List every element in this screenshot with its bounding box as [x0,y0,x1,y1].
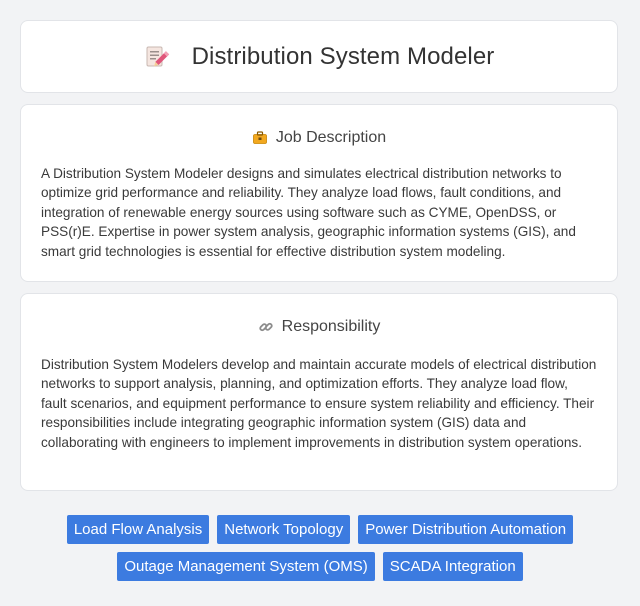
title-card: Distribution System Modeler [20,20,618,93]
job-description-heading: Job Description [275,129,387,146]
skill-tag[interactable]: SCADA Integration [382,552,523,581]
link-icon [258,319,274,335]
responsibility-header: Responsibility [41,318,597,336]
skill-tag[interactable]: Power Distribution Automation [358,515,574,544]
skill-tags: Load Flow Analysis Network Topology Powe… [20,515,620,581]
job-description-header: Job Description [41,129,597,147]
page-title: Distribution System Modeler [191,42,495,70]
job-description-text: A Distribution System Modeler designs an… [41,166,576,259]
briefcase-icon [252,130,268,146]
responsibility-heading: Responsibility [281,318,381,335]
job-description-card: Job Description A Distribution System Mo… [20,104,618,282]
skill-tag[interactable]: Network Topology [217,515,351,544]
memo-pencil-icon [144,44,170,70]
responsibility-card: Responsibility Distribution System Model… [20,293,618,491]
responsibility-text: Distribution System Modelers develop and… [41,357,597,450]
skill-tag[interactable]: Load Flow Analysis [66,515,210,544]
skill-tag[interactable]: Outage Management System (OMS) [117,552,375,581]
